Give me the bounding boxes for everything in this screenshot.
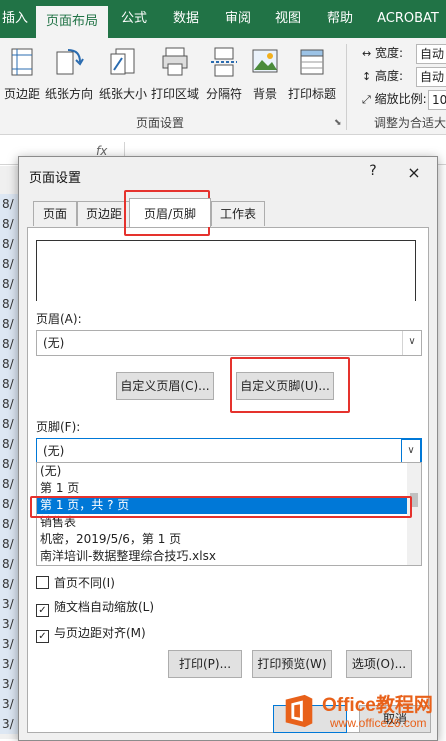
header-footer-panel: 页眉(A): (无) ∨ 自定义页眉(C)... 自定义页脚(U)... 页脚(… <box>27 227 429 733</box>
breaks-icon <box>211 47 237 77</box>
tab-page[interactable]: 页面 <box>33 201 77 226</box>
width-row: ↔ 宽度: 自动 <box>362 44 446 64</box>
options-button[interactable]: 选项(O)... <box>346 650 412 678</box>
footer-label: 页脚(F): <box>36 420 81 434</box>
orientation-button[interactable]: 纸张方向 <box>44 44 94 114</box>
help-button[interactable]: ? <box>363 163 383 185</box>
checkbox-label: 首页不同(I) <box>54 576 115 590</box>
watermark-brand: Office教程网 <box>322 695 433 716</box>
height-icon: ↕ <box>362 70 372 83</box>
header-value: (无) <box>43 336 65 350</box>
tab-page-layout[interactable]: 页面布局 <box>36 6 108 38</box>
checkbox-label: 与页边距对齐(M) <box>54 626 146 640</box>
tab-review[interactable]: 审阅 <box>218 0 258 38</box>
print-area-label: 打印区域 <box>150 87 199 101</box>
close-button[interactable]: × <box>403 163 425 185</box>
tab-insert[interactable]: 插入 <box>0 0 30 38</box>
scale-with-document-checkbox[interactable]: ✓ 随文档自动缩放(L) <box>36 598 155 617</box>
highlight-box-selected-option <box>30 496 412 518</box>
scale-row: ⤢ 缩放比例: 10 <box>362 90 446 110</box>
breaks-label: 分隔符 <box>205 87 242 101</box>
tab-sheet[interactable]: 工作表 <box>211 201 265 226</box>
size-label: 纸张大小 <box>98 87 147 101</box>
list-item[interactable]: 南洋培训-数据整理综合技巧.xlsx <box>37 548 410 565</box>
background-button[interactable]: 背景 <box>248 44 282 114</box>
header-preview <box>36 240 416 301</box>
different-first-page-checkbox[interactable]: 首页不同(I) <box>36 574 115 592</box>
highlight-box-custom-footer <box>230 357 350 413</box>
print-titles-label: 打印标题 <box>287 87 336 101</box>
tab-acrobat[interactable]: ACROBAT <box>370 0 446 38</box>
breaks-button[interactable]: 分隔符 <box>202 44 246 114</box>
background-label: 背景 <box>252 87 277 101</box>
width-label: 宽度: <box>375 46 404 60</box>
checkbox-box[interactable] <box>36 576 49 589</box>
watermark: Office教程网 www.office26.com <box>280 686 442 736</box>
dialog-launcher-icon[interactable]: ⬊ <box>334 118 342 128</box>
list-item[interactable]: 第 1 页 <box>37 480 410 497</box>
margins-label: 页边距 <box>3 87 40 101</box>
list-item[interactable]: (无) <box>37 463 410 480</box>
background-image-icon <box>252 49 278 73</box>
group-separator <box>346 44 347 130</box>
ribbon-tab-bar: 插入 页面布局 公式 数据 审阅 视图 帮助 ACROBAT <box>0 0 446 38</box>
scale-group-label: 调整为合适大 <box>374 116 446 130</box>
footer-value: (无) <box>43 444 65 458</box>
height-select[interactable]: 自动 <box>416 67 446 87</box>
tab-help[interactable]: 帮助 <box>318 0 362 38</box>
header-label: 页眉(A): <box>36 312 82 326</box>
orientation-icon <box>56 49 84 75</box>
orientation-label: 纸张方向 <box>44 87 93 101</box>
checkmark-icon[interactable]: ✓ <box>36 604 49 617</box>
size-button[interactable]: 纸张大小 <box>98 44 148 114</box>
margins-button[interactable]: 页边距 <box>2 44 42 114</box>
align-with-margins-checkbox[interactable]: ✓ 与页边距对齐(M) <box>36 624 146 643</box>
print-button[interactable]: 打印(P)... <box>168 650 242 678</box>
print-titles-button[interactable]: 打印标题 <box>286 44 338 114</box>
paper-size-icon <box>110 48 135 75</box>
height-row: ↕ 高度: 自动 <box>362 67 446 87</box>
checkmark-icon[interactable]: ✓ <box>36 630 49 643</box>
tab-data[interactable]: 数据 <box>166 0 206 38</box>
tab-formulas[interactable]: 公式 <box>114 0 154 38</box>
list-item[interactable]: 机密，2019/5/6，第 1 页 <box>37 531 410 548</box>
scale-label: 缩放比例: <box>374 92 427 106</box>
custom-header-button[interactable]: 自定义页眉(C)... <box>116 372 214 400</box>
tab-margins[interactable]: 页边距 <box>77 201 131 226</box>
page-setup-dialog: 页面设置 ? × 页面 页边距 页眉/页脚 工作表 页眉(A): (无) ∨ 自… <box>18 156 438 741</box>
width-select[interactable]: 自动 <box>416 44 446 64</box>
chevron-down-icon: ∨ <box>402 331 421 355</box>
watermark-url: www.office26.com <box>330 716 427 730</box>
header-select[interactable]: (无) ∨ <box>36 330 422 356</box>
margins-icon <box>11 48 33 76</box>
footer-select[interactable]: (无) ∨ <box>36 438 422 465</box>
tab-view[interactable]: 视图 <box>268 0 308 38</box>
page-setup-group-label: 页面设置 <box>136 116 185 130</box>
office-logo-icon <box>285 694 313 728</box>
print-area-icon <box>162 47 188 76</box>
ribbon-page-layout: 页边距 纸张方向 纸张大小 打印区域 分隔符 背景 打印标题 页面设置 ⬊ ↔ … <box>0 38 446 135</box>
tab-header-footer[interactable]: 页眉/页脚 <box>129 198 211 227</box>
dialog-title: 页面设置 <box>29 171 82 186</box>
width-icon: ↔ <box>362 47 372 60</box>
checkbox-label: 随文档自动缩放(L) <box>54 600 155 614</box>
print-preview-button[interactable]: 打印预览(W) <box>252 650 332 678</box>
print-titles-icon <box>300 49 324 75</box>
scale-input[interactable]: 10 <box>428 90 446 110</box>
height-label: 高度: <box>375 69 404 83</box>
scale-icon: ⤢ <box>362 93 371 106</box>
print-area-button[interactable]: 打印区域 <box>150 44 200 114</box>
